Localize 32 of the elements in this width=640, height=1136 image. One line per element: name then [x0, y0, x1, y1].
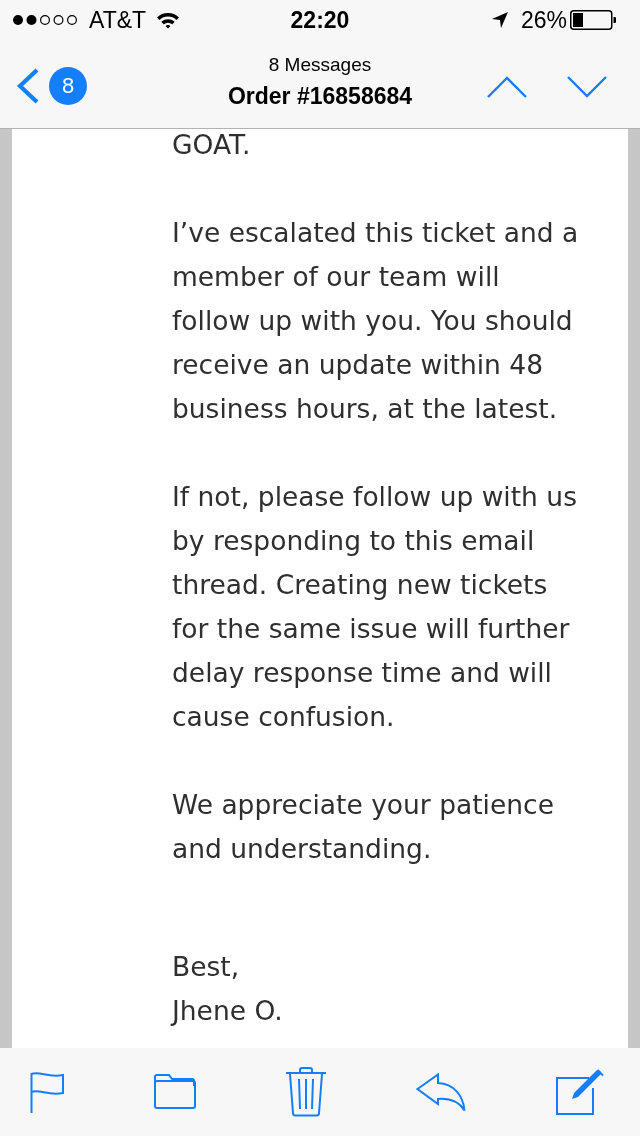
- move-to-folder-button[interactable]: [154, 1074, 196, 1110]
- thread-message-count: 8 Messages: [268, 53, 372, 77]
- folder-icon: [154, 1074, 196, 1110]
- message-count-badge: 8: [49, 67, 87, 105]
- message-closing: Best,: [172, 950, 241, 984]
- battery-percentage: 26%: [520, 6, 567, 34]
- back-button[interactable]: 8: [15, 67, 87, 105]
- back-chevron-icon: [15, 67, 41, 105]
- compose-button[interactable]: [556, 1069, 604, 1115]
- trash-button[interactable]: [286, 1067, 326, 1117]
- message-paragraph: I’ve escalated this ticket and a member of our team will follow up with you. You should receive an update within 48 business hours, at the latest.: [172, 216, 580, 426]
- flag-button[interactable]: [30, 1071, 64, 1113]
- previous-message-button[interactable]: [486, 75, 528, 99]
- message-paragraph: We appreciate your patience and understanding.: [172, 788, 555, 866]
- signal-strength-icon: [12, 14, 80, 26]
- trash-icon: [286, 1067, 326, 1117]
- reply-button[interactable]: [416, 1072, 466, 1112]
- reply-arrow-icon: [416, 1072, 466, 1112]
- chevron-down-icon: [566, 75, 608, 99]
- status-time: 22:20: [289, 6, 351, 34]
- sender-signature: Jhene O.: [172, 994, 284, 1028]
- chevron-up-icon: [486, 75, 528, 99]
- flag-icon: [30, 1071, 64, 1113]
- message-paragraph: GOAT.: [172, 129, 252, 162]
- message-paragraph: If not, please follow up with us by responding to this email thread. Creating new tickets for the same issue will further delay response time and will cause confusion.: [172, 480, 578, 734]
- location-arrow-icon: [491, 12, 508, 28]
- thread-subject: Order #16858684: [227, 82, 413, 111]
- compose-icon: [556, 1069, 604, 1115]
- wifi-icon: [156, 11, 181, 29]
- carrier-name: AT&T: [89, 6, 147, 34]
- battery-icon: [570, 10, 616, 30]
- next-message-button[interactable]: [566, 75, 608, 99]
